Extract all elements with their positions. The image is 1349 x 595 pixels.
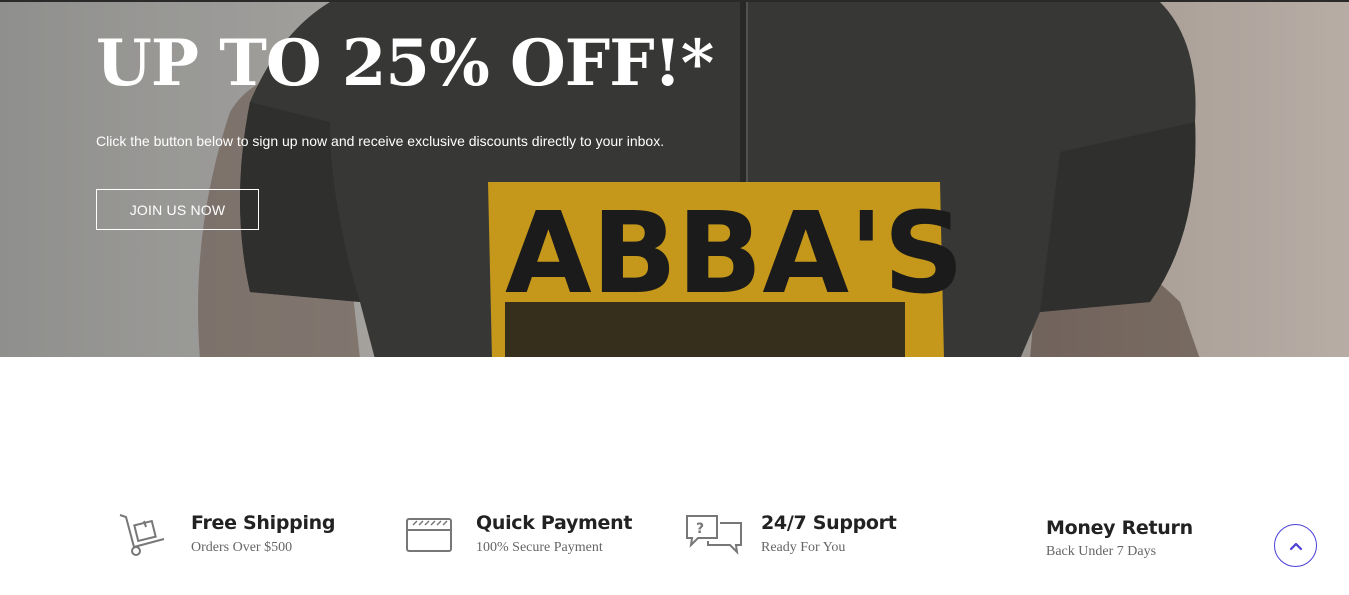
hero-title: UP TO 25% OFF!* [96, 26, 714, 101]
chat-bubbles-icon: ? [686, 515, 742, 555]
feature-title: Free Shipping [191, 512, 336, 534]
feature-subtitle: 100% Secure Payment [476, 540, 603, 555]
hand-truck-icon [119, 514, 165, 556]
features-strip: Free Shipping Orders Over $500 Quick Pay… [0, 357, 1349, 595]
feature-subtitle: Back Under 7 Days [1046, 544, 1157, 559]
promo-hero-banner: ABBA'S UP TO 25% OFF!* Click the button … [0, 0, 1349, 357]
scroll-to-top-button[interactable] [1274, 524, 1317, 567]
join-us-now-button[interactable]: JOIN US NOW [96, 189, 259, 230]
credit-card-icon [406, 518, 452, 552]
feature-title: Quick Payment [476, 512, 633, 534]
feature-subtitle: Ready For You [761, 540, 846, 555]
chevron-up-icon [1289, 542, 1302, 550]
feature-subtitle: Orders Over $500 [191, 540, 293, 555]
feature-title: Money Return [1046, 517, 1193, 539]
svg-text:?: ? [696, 521, 704, 537]
feature-title: 24/7 Support [761, 512, 897, 534]
hero-subtitle: Click the button below to sign up now an… [96, 133, 665, 149]
